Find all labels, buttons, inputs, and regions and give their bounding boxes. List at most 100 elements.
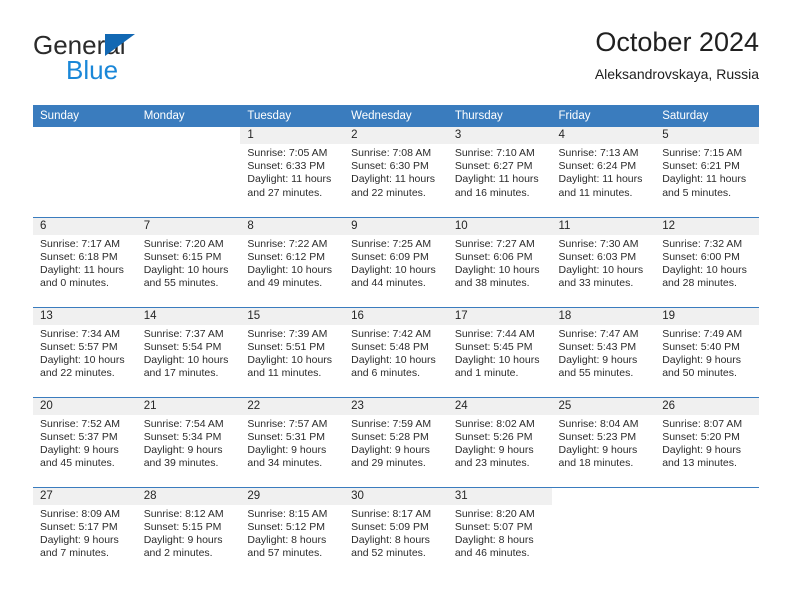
calendar-day-cell[interactable]: 1 Sunrise: 7:05 AM Sunset: 6:33 PM Daylight… <box>240 127 345 217</box>
day-number: 29 <box>240 487 345 505</box>
daylight-duration-line2: and 23 minutes. <box>454 457 530 470</box>
day-details: Sunrise: 8:20 AM Sunset: 5:07 PM Daylight:… <box>448 505 552 561</box>
calendar-day-cell[interactable]: 17 Sunrise: 7:44 AM Sunset: 5:45 PM Dayligh… <box>447 306 552 397</box>
daylight-duration-line1: Daylight: 9 hours <box>143 533 223 546</box>
sunrise-time: Sunrise: 7:15 AM <box>662 147 743 159</box>
daylight-duration-line1: Daylight: 11 hours <box>40 263 124 276</box>
calendar-day-cell[interactable]: 21 Sunrise: 7:54 AM Sunset: 5:34 PM Dayligh… <box>136 396 241 487</box>
calendar-day-cell[interactable]: 25 Sunrise: 8:04 AM Sunset: 5:23 PM Dayligh… <box>551 396 656 487</box>
daylight-duration-line1: Daylight: 10 hours <box>40 353 125 366</box>
day-details: Sunrise: 7:37 AM Sunset: 5:54 PM Daylight:… <box>137 325 241 381</box>
calendar-day-cell[interactable]: 12 Sunrise: 7:32 AM Sunset: 6:00 PM Dayligh… <box>655 216 759 307</box>
calendar-day-cell[interactable]: 4 Sunrise: 7:13 AM Sunset: 6:24 PM Daylight… <box>551 127 656 217</box>
daylight-duration-line1: Daylight: 9 hours <box>143 443 223 456</box>
day-details: Sunrise: 7:59 AM Sunset: 5:28 PM Daylight:… <box>344 415 448 471</box>
day-number <box>655 488 759 505</box>
calendar-day-cell[interactable]: 30 Sunrise: 8:17 AM Sunset: 5:09 PM Dayligh… <box>344 486 448 577</box>
calendar-day-cell[interactable]: 5 Sunrise: 7:15 AM Sunset: 6:21 PM Daylight… <box>655 127 759 217</box>
sunrise-time: Sunrise: 7:05 AM <box>247 147 328 159</box>
day-details: Sunrise: 8:15 AM Sunset: 5:12 PM Daylight:… <box>240 505 344 561</box>
calendar-day-cell[interactable]: 10 Sunrise: 7:27 AM Sunset: 6:06 PM Dayligh… <box>447 216 552 307</box>
daylight-duration-line2: and 11 minutes. <box>558 186 633 199</box>
sunrise-time: Sunrise: 7:49 AM <box>662 327 743 340</box>
calendar-day-cell[interactable]: 2 Sunrise: 7:08 AM Sunset: 6:30 PM Daylight… <box>344 127 448 217</box>
calendar-day-cell[interactable]: 8 Sunrise: 7:22 AM Sunset: 6:12 PM Daylight… <box>240 216 345 307</box>
day-number: 25 <box>551 397 656 415</box>
calendar-day-cell[interactable]: 28 Sunrise: 8:12 AM Sunset: 5:15 PM Dayligh… <box>136 486 241 577</box>
calendar-day-cell[interactable]: 14 Sunrise: 7:37 AM Sunset: 5:54 PM Dayligh… <box>136 306 241 397</box>
calendar-day-cell[interactable]: 3 Sunrise: 7:10 AM Sunset: 6:27 PM Daylight… <box>447 127 552 217</box>
sunset-time: Sunset: 5:17 PM <box>40 520 118 533</box>
day-details: Sunrise: 7:10 AM Sunset: 6:27 PM Daylight:… <box>448 144 552 200</box>
day-details: Sunrise: 7:34 AM Sunset: 5:57 PM Daylight:… <box>33 325 137 381</box>
calendar-day-cell[interactable]: 24 Sunrise: 8:02 AM Sunset: 5:26 PM Dayligh… <box>447 396 552 487</box>
weekday-header-thursday: Thursday <box>447 105 552 127</box>
sunrise-time: Sunrise: 7:52 AM <box>40 417 120 430</box>
day-number: 6 <box>33 217 137 235</box>
calendar-day-cell[interactable]: 22 Sunrise: 7:57 AM Sunset: 5:31 PM Dayligh… <box>240 396 345 487</box>
calendar-day-cell[interactable]: 27 Sunrise: 8:09 AM Sunset: 5:17 PM Dayligh… <box>33 486 137 577</box>
generalblue-logo: General Blue <box>33 32 233 92</box>
daylight-duration-line2: and 45 minutes. <box>40 457 115 470</box>
daylight-duration-line2: and 46 minutes. <box>454 547 530 560</box>
sunrise-time: Sunrise: 7:10 AM <box>454 147 535 159</box>
calendar-day-cell[interactable]: 23 Sunrise: 7:59 AM Sunset: 5:28 PM Dayligh… <box>344 396 448 487</box>
day-number: 30 <box>344 487 448 505</box>
calendar-day-cell[interactable]: 20 Sunrise: 7:52 AM Sunset: 5:37 PM Dayligh… <box>33 396 137 487</box>
daylight-duration-line2: and 22 minutes. <box>351 186 426 199</box>
sunset-time: Sunset: 5:34 PM <box>143 430 222 443</box>
day-number: 26 <box>655 397 759 415</box>
calendar-day-cell[interactable]: 29 Sunrise: 8:15 AM Sunset: 5:12 PM Dayligh… <box>240 486 345 577</box>
sunset-time: Sunset: 6:30 PM <box>351 160 429 173</box>
day-details: Sunrise: 7:57 AM Sunset: 5:31 PM Daylight:… <box>240 415 344 471</box>
day-details: Sunrise: 7:52 AM Sunset: 5:37 PM Daylight:… <box>33 415 137 471</box>
calendar-day-cell[interactable]: 6 Sunrise: 7:17 AM Sunset: 6:18 PM Daylight… <box>33 216 137 307</box>
calendar-day-cell[interactable]: 16 Sunrise: 7:42 AM Sunset: 5:48 PM Dayligh… <box>344 306 448 397</box>
daylight-duration-line1: Daylight: 10 hours <box>454 263 540 276</box>
sunrise-time: Sunrise: 7:30 AM <box>558 237 639 250</box>
daylight-duration-line1: Daylight: 10 hours <box>454 353 540 366</box>
calendar-day-cell[interactable]: 19 Sunrise: 7:49 AM Sunset: 5:40 PM Dayligh… <box>655 306 759 397</box>
daylight-duration-line1: Daylight: 11 hours <box>351 173 435 186</box>
page-title: October 2024 <box>595 27 759 57</box>
sunrise-sunset-calendar: Sunday Monday Tuesday Wednesday Thursday… <box>33 105 759 577</box>
calendar-page: General Blue October 2024 Aleksandrovska… <box>0 0 792 612</box>
day-number: 20 <box>33 397 137 415</box>
daylight-duration-line1: Daylight: 9 hours <box>454 443 534 456</box>
calendar-day-cell[interactable]: 18 Sunrise: 7:47 AM Sunset: 5:43 PM Dayligh… <box>551 306 656 397</box>
day-number: 10 <box>447 217 552 235</box>
daylight-duration-line2: and 18 minutes. <box>558 457 634 470</box>
calendar-day-cell[interactable]: 11 Sunrise: 7:30 AM Sunset: 6:03 PM Dayligh… <box>551 216 656 307</box>
day-details: Sunrise: 7:47 AM Sunset: 5:43 PM Daylight:… <box>552 325 656 381</box>
calendar-day-cell[interactable]: 9 Sunrise: 7:25 AM Sunset: 6:09 PM Daylight… <box>344 216 448 307</box>
daylight-duration-line2: and 28 minutes. <box>662 277 737 290</box>
daylight-duration-line1: Daylight: 10 hours <box>662 263 747 276</box>
daylight-duration-line1: Daylight: 10 hours <box>351 263 436 276</box>
sunrise-time: Sunrise: 7:17 AM <box>40 237 120 250</box>
weekday-header-wednesday: Wednesday <box>344 105 448 127</box>
day-details: Sunrise: 7:25 AM Sunset: 6:09 PM Daylight:… <box>344 235 448 291</box>
calendar-day-cell-empty <box>551 486 656 577</box>
day-number <box>137 127 241 144</box>
calendar-day-cell[interactable]: 31 Sunrise: 8:20 AM Sunset: 5:07 PM Dayligh… <box>447 486 552 577</box>
calendar-day-cell[interactable]: 26 Sunrise: 8:07 AM Sunset: 5:20 PM Dayligh… <box>655 396 759 487</box>
sunrise-time: Sunrise: 8:20 AM <box>454 507 535 520</box>
daylight-duration-line1: Daylight: 11 hours <box>247 173 332 186</box>
daylight-duration-line1: Daylight: 10 hours <box>351 353 436 366</box>
day-details: Sunrise: 8:12 AM Sunset: 5:15 PM Daylight:… <box>137 505 241 561</box>
logo-triangle-icon <box>105 34 135 56</box>
sunset-time: Sunset: 6:06 PM <box>454 250 533 263</box>
calendar-day-cell[interactable]: 7 Sunrise: 7:20 AM Sunset: 6:15 PM Daylight… <box>136 216 241 307</box>
daylight-duration-line1: Daylight: 9 hours <box>662 443 742 456</box>
daylight-duration-line1: Daylight: 9 hours <box>351 443 430 456</box>
sunset-time: Sunset: 5:23 PM <box>558 430 637 443</box>
calendar-day-cell[interactable]: 15 Sunrise: 7:39 AM Sunset: 5:51 PM Dayligh… <box>240 306 345 397</box>
sunset-time: Sunset: 6:18 PM <box>40 250 118 263</box>
sunset-time: Sunset: 5:09 PM <box>351 520 429 533</box>
sunset-time: Sunset: 5:28 PM <box>351 430 429 443</box>
sunrise-time: Sunrise: 7:27 AM <box>454 237 535 250</box>
sunset-time: Sunset: 6:15 PM <box>143 250 222 263</box>
sunset-time: Sunset: 5:54 PM <box>143 340 222 353</box>
sunrise-time: Sunrise: 8:04 AM <box>558 417 639 430</box>
calendar-day-cell[interactable]: 13 Sunrise: 7:34 AM Sunset: 5:57 PM Dayligh… <box>33 306 137 397</box>
